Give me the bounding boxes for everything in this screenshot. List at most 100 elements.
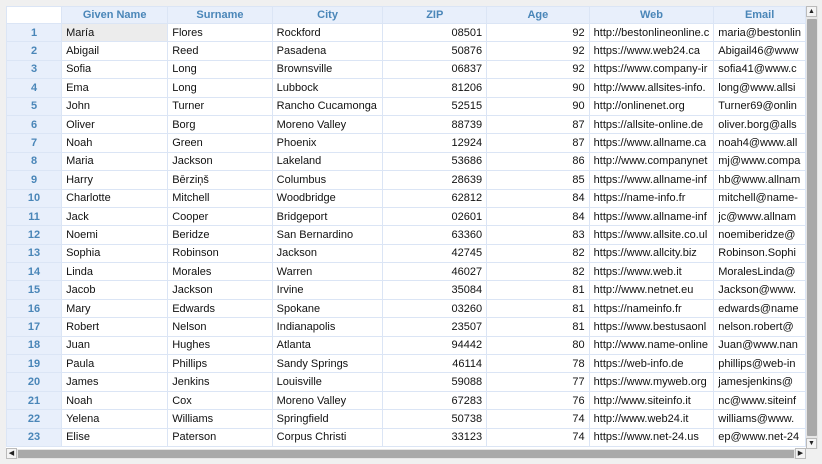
cell-given-name[interactable]: Robert [61, 317, 169, 337]
cell-given-name[interactable]: Mary [61, 298, 169, 319]
cell-surname[interactable]: Hughes [167, 335, 273, 356]
cell-email[interactable]: nelson.robert@ [713, 317, 806, 337]
cell-age[interactable]: 86 [486, 151, 590, 172]
cell-web[interactable]: https://www.net-24.us [588, 427, 715, 447]
cell-city[interactable]: Lubbock [271, 78, 384, 98]
cell-age[interactable]: 80 [486, 335, 590, 356]
cell-zip[interactable]: 46027 [382, 262, 488, 282]
cell-zip[interactable]: 42745 [382, 243, 488, 264]
cell-email[interactable]: hb@www.allnam [713, 170, 806, 190]
cell-city[interactable]: Lakeland [271, 151, 384, 172]
cell-web[interactable]: http://www.allsites-info. [588, 78, 715, 98]
cell-age[interactable]: 92 [486, 41, 590, 61]
cell-city[interactable]: Pasadena [271, 41, 384, 61]
row-number[interactable]: 9 [6, 170, 63, 190]
cell-web[interactable]: https://www.allname.ca [588, 133, 715, 153]
row-number[interactable]: 22 [6, 409, 63, 429]
cell-surname[interactable]: Jackson [167, 151, 273, 172]
table-row[interactable]: 9 Harry Bērziņš Columbus 28639 85 https://www.… [6, 170, 806, 190]
cell-surname[interactable]: Jenkins [167, 372, 273, 392]
cell-age[interactable]: 83 [486, 225, 590, 245]
row-number[interactable]: 5 [6, 96, 63, 116]
table-row[interactable]: 23 Elise Paterson Corpus Christi 33123 74 http… [6, 427, 806, 447]
scroll-up-arrow-icon[interactable]: ▲ [806, 6, 817, 17]
cell-zip[interactable]: 63360 [382, 225, 488, 245]
column-header-surname[interactable]: Surname [167, 6, 273, 24]
row-number[interactable]: 4 [6, 78, 63, 98]
cell-surname[interactable]: Borg [167, 114, 273, 135]
row-number[interactable]: 16 [6, 298, 63, 319]
cell-city[interactable]: San Bernardino [271, 225, 384, 245]
cell-given-name[interactable]: Oliver [61, 114, 169, 135]
cell-email[interactable]: Abigail46@www [713, 41, 806, 61]
cell-email[interactable]: mj@www.compa [713, 151, 806, 172]
cell-zip[interactable]: 28639 [382, 170, 488, 190]
table-row[interactable]: 5 John Turner Rancho Cucamonga 52515 90 http:/… [6, 96, 806, 116]
cell-city[interactable]: Phoenix [271, 133, 384, 153]
cell-web[interactable]: https://www.company-ir [588, 59, 715, 80]
cell-email[interactable]: Jackson@www. [713, 280, 806, 300]
cell-age[interactable]: 85 [486, 170, 590, 190]
table-row[interactable]: 7 Noah Green Phoenix 12924 87 https://www.alln… [6, 133, 806, 153]
cell-age[interactable]: 92 [486, 22, 590, 43]
cell-email[interactable]: mitchell@name- [713, 188, 806, 208]
cell-web[interactable]: https://www.allname-inf [588, 170, 715, 190]
cell-surname[interactable]: Cox [167, 390, 273, 411]
cell-zip[interactable]: 23507 [382, 317, 488, 337]
cell-city[interactable]: Sandy Springs [271, 354, 384, 374]
row-number[interactable]: 2 [6, 41, 63, 61]
table-row[interactable]: 13 Sophia Robinson Jackson 42745 82 https://ww… [6, 243, 806, 264]
row-number[interactable]: 10 [6, 188, 63, 208]
cell-given-name[interactable]: Abigail [61, 41, 169, 61]
cell-given-name[interactable]: Juan [61, 335, 169, 356]
table-row[interactable]: 21 Noah Cox Moreno Valley 67283 76 http://www.… [6, 390, 806, 411]
cell-age[interactable]: 82 [486, 262, 590, 282]
row-number[interactable]: 21 [6, 390, 63, 411]
cell-email[interactable]: edwards@name [713, 298, 806, 319]
cell-city[interactable]: Spokane [271, 298, 384, 319]
table-row[interactable]: 2 Abigail Reed Pasadena 50876 92 https://www.w… [6, 41, 806, 61]
table-row[interactable]: 11 Jack Cooper Bridgeport 02601 84 https://www… [6, 206, 806, 227]
cell-surname[interactable]: Cooper [167, 206, 273, 227]
cell-city[interactable]: Rockford [271, 22, 384, 43]
table-row[interactable]: 18 Juan Hughes Atlanta 94442 80 http://www.nam… [6, 335, 806, 356]
cell-age[interactable]: 74 [486, 427, 590, 447]
cell-zip[interactable]: 88739 [382, 114, 488, 135]
table-row[interactable]: 6 Oliver Borg Moreno Valley 88739 87 https://a… [6, 114, 806, 135]
cell-email[interactable]: sofia41@www.c [713, 59, 806, 80]
cell-given-name[interactable]: María [61, 22, 169, 43]
cell-city[interactable]: Rancho Cucamonga [271, 96, 384, 116]
cell-email[interactable]: Robinson.Sophi [713, 243, 806, 264]
cell-given-name[interactable]: Sofia [61, 59, 169, 80]
cell-surname[interactable]: Long [167, 78, 273, 98]
cell-zip[interactable]: 02601 [382, 206, 488, 227]
row-number[interactable]: 7 [6, 133, 63, 153]
cell-email[interactable]: jamesjenkins@ [713, 372, 806, 392]
row-number[interactable]: 8 [6, 151, 63, 172]
cell-given-name[interactable]: Noemi [61, 225, 169, 245]
row-number[interactable]: 12 [6, 225, 63, 245]
cell-web[interactable]: http://www.name-online [588, 335, 715, 356]
row-number[interactable]: 3 [6, 59, 63, 80]
row-number[interactable]: 23 [6, 427, 63, 447]
row-number[interactable]: 13 [6, 243, 63, 264]
table-row[interactable]: 22 Yelena Williams Springfield 50738 74 http:/… [6, 409, 806, 429]
table-row[interactable]: 8 Maria Jackson Lakeland 53686 86 http://www.c… [6, 151, 806, 172]
cell-email[interactable]: Turner69@onlin [713, 96, 806, 116]
cell-web[interactable]: https://web-info.de [588, 354, 715, 374]
cell-zip[interactable]: 94442 [382, 335, 488, 356]
cell-given-name[interactable]: John [61, 96, 169, 116]
cell-given-name[interactable]: Jack [61, 206, 169, 227]
cell-zip[interactable]: 46114 [382, 354, 488, 374]
row-number[interactable]: 17 [6, 317, 63, 337]
cell-age[interactable]: 81 [486, 298, 590, 319]
row-number[interactable]: 19 [6, 354, 63, 374]
cell-web[interactable]: https://name-info.fr [588, 188, 715, 208]
cell-email[interactable]: Juan@www.nan [713, 335, 806, 356]
cell-email[interactable]: MoralesLinda@ [713, 262, 806, 282]
cell-zip[interactable]: 50876 [382, 41, 488, 61]
cell-age[interactable]: 90 [486, 96, 590, 116]
cell-city[interactable]: Columbus [271, 170, 384, 190]
scroll-down-arrow-icon[interactable]: ▼ [806, 438, 817, 449]
cell-given-name[interactable]: Linda [61, 262, 169, 282]
